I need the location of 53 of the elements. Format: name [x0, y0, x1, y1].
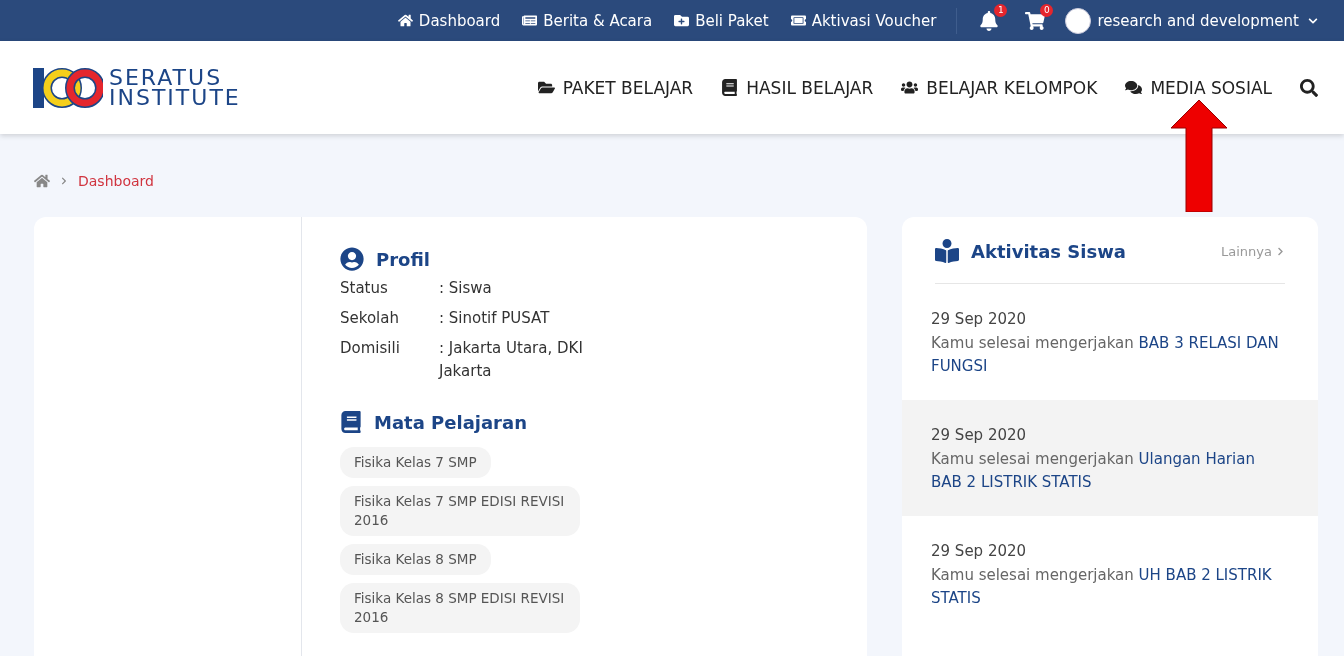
folder-plus-icon — [674, 13, 690, 28]
top-nav-link[interactable]: Dashboard — [397, 11, 501, 30]
notification-count: 1 — [994, 3, 1008, 17]
activity-date: 29 Sep 2020 — [931, 310, 1028, 328]
activity-text: Kamu selesai mengerjakan Ulangan Harian BAB 2 LISTRIK STATIS — [931, 449, 1256, 493]
field-value: : Siswa — [439, 278, 493, 299]
subject-chip[interactable]: Fisika Kelas 7 SMP EDISI REVISI 2016 — [340, 486, 580, 536]
user-name[interactable]: research and development — [1097, 11, 1299, 30]
activity-date: 29 Sep 2020 — [931, 426, 1028, 444]
book-icon — [340, 411, 362, 433]
newspaper-icon — [522, 13, 538, 28]
top-nav-link[interactable]: Berita & Acara — [522, 11, 653, 30]
field-value: : Jakarta Utara, DKI Jakarta — [439, 338, 584, 382]
field-label: Domisili — [340, 338, 401, 359]
logo-rings-icon — [33, 66, 103, 109]
main-menu-link[interactable]: HASIL BELAJAR — [721, 77, 874, 98]
subject-chip[interactable]: Fisika Kelas 7 SMP — [340, 447, 491, 478]
chat-icon — [1125, 79, 1143, 96]
cart-count: 0 — [1040, 3, 1054, 17]
main-menu-link[interactable]: BELAJAR KELOMPOK — [901, 77, 1098, 98]
section-title: Profil — [376, 248, 430, 270]
activity-date: 29 Sep 2020 — [931, 542, 1028, 560]
user-icon — [340, 247, 364, 271]
activity-text: Kamu selesai mengerjakan UH BAB 2 LISTRIK STATIS — [931, 565, 1273, 609]
ticket-icon — [790, 13, 806, 28]
subject-chip[interactable]: Fisika Kelas 8 SMP EDISI REVISI 2016 — [340, 583, 580, 633]
activity-text: Kamu selesai mengerjakan BAB 3 RELASI DAN FUNGSI — [931, 333, 1280, 377]
user-avatar[interactable] — [1065, 7, 1092, 34]
caret-icon[interactable] — [1308, 15, 1318, 26]
home-icon — [397, 13, 413, 28]
field-value: : Sinotif PUSAT — [439, 308, 551, 329]
subject-chip[interactable]: Fisika Kelas 8 SMP — [340, 544, 491, 575]
home-icon[interactable] — [34, 173, 50, 189]
book-icon — [721, 79, 739, 96]
logo-text: INSTITUTE — [109, 87, 241, 108]
notification-icon[interactable] — [979, 10, 1000, 31]
reader-icon — [935, 239, 959, 263]
cart-icon[interactable] — [1025, 10, 1046, 31]
section-title: Mata Pelajaran — [374, 411, 527, 433]
chevron-icon — [1276, 246, 1285, 256]
main-menu-link[interactable]: PAKET BELAJAR — [537, 77, 694, 98]
breadcrumb-link[interactable]: Dashboard — [78, 173, 154, 189]
logo-text: SERATUS — [109, 67, 223, 88]
top-nav-link[interactable]: Beli Paket — [674, 11, 769, 30]
search-icon[interactable] — [1300, 78, 1318, 97]
field-label: Status — [340, 278, 389, 299]
top-nav-link[interactable]: Aktivasi Voucher — [790, 11, 937, 30]
field-label: Sekolah — [340, 308, 400, 329]
main-menu-link[interactable]: MEDIA SOSIAL — [1125, 77, 1272, 98]
section-title: Aktivitas Siswa — [971, 240, 1126, 262]
folder-icon — [537, 79, 555, 96]
chevron-icon — [60, 177, 68, 185]
users-icon — [901, 79, 919, 96]
